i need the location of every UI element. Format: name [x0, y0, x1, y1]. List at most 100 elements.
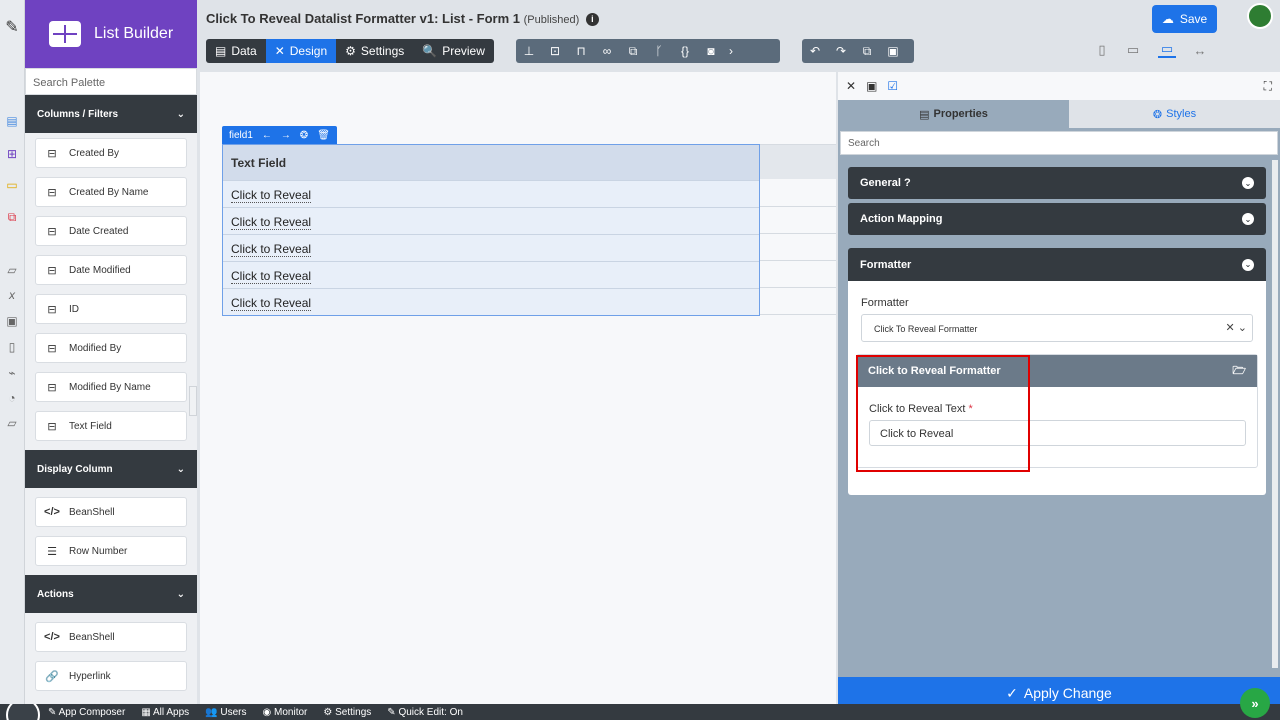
- palette-item-date-modified[interactable]: ⊟ Date Modified: [35, 255, 187, 285]
- palette-item-created-by[interactable]: ⊟ Created By: [35, 138, 187, 168]
- tab-design[interactable]: ✕ Design: [265, 39, 337, 63]
- table-row: Click to Reveal: [223, 261, 759, 288]
- chevron-down-icon: ⌄: [1242, 258, 1254, 271]
- bottom-app-composer[interactable]: ✎ App Composer: [48, 707, 125, 718]
- info-icon[interactable]: i: [585, 13, 599, 26]
- expand-icon[interactable]: ⛶: [1264, 79, 1272, 94]
- help-icon[interactable]: ?: [904, 177, 911, 189]
- copy-element-icon[interactable]: ⧉: [854, 39, 880, 63]
- palette-item-beanshell-action[interactable]: </> BeanShell: [35, 622, 187, 652]
- insert-icon[interactable]: ⊡: [542, 39, 568, 63]
- resource-icon[interactable]: ▣: [5, 314, 19, 328]
- formatter-selected-value: Click To Reveal Formatter: [874, 324, 978, 334]
- redo-icon[interactable]: ↷: [828, 39, 854, 63]
- list-icon[interactable]: ⊞: [5, 147, 19, 161]
- properties-scrollbar[interactable]: [1272, 160, 1278, 668]
- bottom-users[interactable]: 👥 Users: [205, 707, 246, 718]
- log-icon[interactable]: ▱: [5, 416, 19, 430]
- section-general[interactable]: General ? ⌄: [848, 167, 1266, 199]
- avatar[interactable]: [1247, 3, 1273, 29]
- bottom-all-apps[interactable]: ▦ All Apps: [141, 707, 189, 718]
- reveal-link[interactable]: Click to Reveal: [231, 269, 312, 284]
- folder-open-icon[interactable]: 🗁: [1232, 362, 1246, 381]
- desktop-view-icon[interactable]: ▭: [1158, 41, 1176, 58]
- brand-header: List Builder: [25, 0, 197, 68]
- close-icon[interactable]: ✕: [846, 79, 856, 93]
- bottom-monitor[interactable]: ◉ Monitor: [263, 707, 308, 718]
- formatter-select[interactable]: Click To Reveal Formatter ✕ ⌄: [861, 314, 1253, 342]
- arrow-right-icon[interactable]: →: [281, 130, 291, 141]
- properties-search-input[interactable]: Search: [840, 131, 1278, 155]
- tab-data-label: Data: [231, 44, 257, 58]
- palette-resize-handle[interactable]: [189, 386, 197, 416]
- section-formatter[interactable]: Formatter ⌄: [848, 248, 1266, 281]
- palette-item-label: ID: [69, 303, 79, 315]
- section-title: Actions: [37, 588, 74, 600]
- bottom-quick-edit[interactable]: ✎ Quick Edit: On: [387, 707, 463, 718]
- checkbox-icon[interactable]: ☑: [887, 79, 898, 93]
- more-tools-icon[interactable]: ›: [724, 39, 738, 63]
- reveal-link[interactable]: Click to Reveal: [231, 242, 312, 257]
- process-icon[interactable]: ⧉: [5, 210, 19, 224]
- variable-icon[interactable]: x: [5, 288, 19, 302]
- reveal-link[interactable]: Click to Reveal: [231, 215, 312, 230]
- properties-toolbar: ✕ ▣ ☑ ⛶: [838, 72, 1280, 100]
- window-icon[interactable]: ▣: [866, 79, 877, 93]
- row-divider: [760, 314, 836, 315]
- tab-preview[interactable]: 🔍 Preview: [413, 39, 494, 63]
- palette-item-date-created[interactable]: ⊟ Date Created: [35, 216, 187, 246]
- bottom-item-label: Monitor: [274, 706, 308, 718]
- palette-item-created-by-name[interactable]: ⊟ Created By Name: [35, 177, 187, 207]
- palette-item-text-field[interactable]: ⊟ Text Field: [35, 411, 187, 441]
- section-display-column[interactable]: Display Column ⌄: [25, 450, 197, 488]
- tab-settings[interactable]: ⚙ Settings: [336, 39, 413, 63]
- palette-item-modified-by[interactable]: ⊟ Modified By: [35, 333, 187, 363]
- form-icon[interactable]: ▤: [5, 114, 19, 128]
- arrow-left-icon[interactable]: ←: [262, 130, 272, 141]
- mobile-view-icon[interactable]: ▯: [1093, 42, 1111, 58]
- palette-item-beanshell-column[interactable]: </> BeanShell: [35, 497, 187, 527]
- reveal-link[interactable]: Click to Reveal: [231, 188, 312, 203]
- tab-data[interactable]: ▤ Data: [206, 39, 266, 63]
- tree-icon[interactable]: ⊥: [516, 39, 542, 63]
- braces-icon[interactable]: {}: [672, 39, 698, 63]
- note-icon[interactable]: ▱: [5, 263, 19, 277]
- plugin-icon[interactable]: ⌁: [5, 366, 19, 380]
- undo-icon[interactable]: ↶: [802, 39, 828, 63]
- lock-icon[interactable]: ⊓: [568, 39, 594, 63]
- section-actions[interactable]: Actions ⌄: [25, 575, 197, 613]
- tab-styles[interactable]: ❂ Styles: [1069, 100, 1280, 128]
- palette-item-id[interactable]: ⊟ ID: [35, 294, 187, 324]
- camera-icon[interactable]: ◙: [698, 39, 724, 63]
- joget-logo-icon[interactable]: [6, 704, 40, 720]
- palette-search-input[interactable]: Search Palette: [25, 68, 197, 95]
- section-columns-filters[interactable]: Columns / Filters ⌄: [25, 95, 197, 133]
- trash-icon[interactable]: 🗑: [317, 130, 330, 141]
- save-button[interactable]: ☁ Save: [1152, 5, 1217, 33]
- tab-properties[interactable]: ▤ Properties: [838, 100, 1069, 128]
- performance-icon[interactable]: ◔: [5, 391, 19, 405]
- clear-chevron-icon[interactable]: ✕ ⌄: [1226, 321, 1248, 334]
- list-column-preview[interactable]: Text Field Click to Reveal Click to Reve…: [222, 144, 760, 316]
- palette-item-label: Modified By: [69, 342, 122, 354]
- palette-item-label: BeanShell: [69, 631, 115, 643]
- palette-item-hyperlink[interactable]: 🔗 Hyperlink: [35, 661, 187, 691]
- palette-item-modified-by-name[interactable]: ⊟ Modified By Name: [35, 372, 187, 402]
- expand-fab-icon[interactable]: »: [1240, 688, 1270, 718]
- full-width-icon[interactable]: ↔: [1191, 42, 1209, 58]
- palette-item-row-number[interactable]: ☰ Row Number: [35, 536, 187, 566]
- paste-icon[interactable]: ▣: [880, 39, 906, 63]
- tablet-view-icon[interactable]: ▭: [1124, 42, 1142, 58]
- branch-icon[interactable]: ᚴ: [646, 39, 672, 63]
- edit-icon[interactable]: ✎: [5, 19, 19, 36]
- bottom-settings[interactable]: ⚙ Settings: [323, 707, 371, 718]
- section-title: Columns / Filters: [37, 108, 119, 120]
- glasses-icon[interactable]: ∞: [594, 39, 620, 63]
- userview-icon[interactable]: ▭: [5, 178, 19, 192]
- reveal-link[interactable]: Click to Reveal: [231, 296, 312, 311]
- section-action-mapping[interactable]: Action Mapping ⌄: [848, 203, 1266, 235]
- document-icon[interactable]: ▯: [5, 340, 19, 354]
- copy-icon[interactable]: ⧉: [620, 39, 646, 63]
- palette-icon[interactable]: ❂: [300, 130, 308, 141]
- section-title: Display Column: [37, 463, 113, 475]
